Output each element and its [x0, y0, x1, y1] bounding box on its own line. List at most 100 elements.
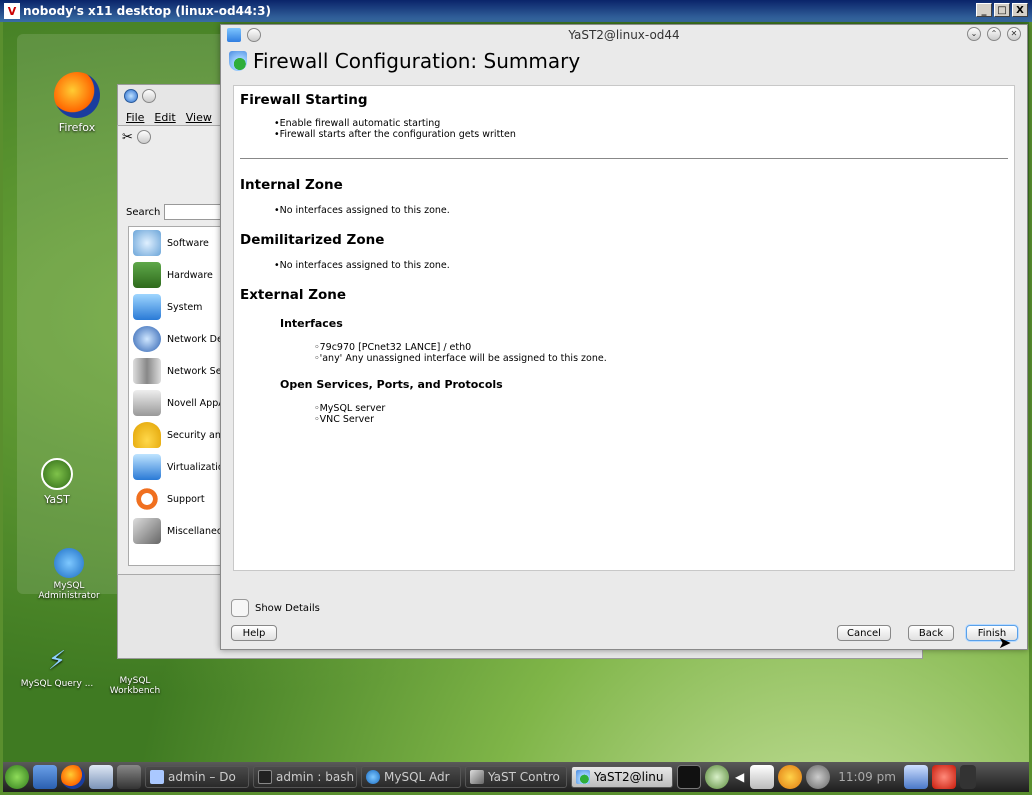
category-security[interactable]: Security and — [129, 419, 227, 451]
lifebuoy-icon — [133, 486, 161, 512]
task-label: YaST2@linu — [594, 770, 664, 784]
power-icon[interactable] — [931, 765, 956, 789]
category-miscellaneous[interactable]: Miscellaneou — [129, 515, 227, 547]
close-icon[interactable]: ✕ — [1007, 27, 1021, 41]
desktop-icon-label: MySQL Workbench — [109, 676, 161, 696]
task-label: YaST Contro — [488, 770, 560, 784]
list-item: 'any' Any unassigned interface will be a… — [314, 353, 1008, 364]
updater-icon[interactable] — [778, 765, 803, 789]
section-dmz-title: Demilitarized Zone — [240, 232, 385, 248]
desktop-icon-mysql-query[interactable]: ⚡ MySQL Query ... — [17, 646, 97, 689]
page-title: Firewall Configuration: Summary — [253, 49, 581, 73]
category-hardware[interactable]: Hardware — [129, 259, 227, 291]
minimize-icon[interactable]: ⌄ — [967, 27, 981, 41]
services-title: Open Services, Ports, and Protocols — [280, 378, 503, 391]
maximize-icon[interactable]: ⌃ — [987, 27, 1001, 41]
hardware-icon — [133, 262, 161, 288]
desktop-icon-label: MySQL Query ... — [20, 679, 94, 689]
window-menu-icon[interactable] — [124, 89, 138, 103]
vnc-title-bar: V nobody's x11 desktop (linux-od44:3) _ … — [0, 0, 1032, 22]
section-external-zone: External Zone Interfaces 79c970 [PCnet32… — [240, 287, 1008, 425]
yast-icon — [41, 458, 73, 490]
tray-arrow-icon[interactable]: ◀ — [735, 770, 744, 784]
start-menu-icon[interactable] — [5, 765, 29, 789]
list-item: VNC Server — [314, 414, 1008, 425]
yast-control-center-window[interactable]: ✂ Search Software Hardware System Networ… — [117, 125, 228, 575]
task-label: MySQL Adr — [384, 770, 450, 784]
clipboard-icon[interactable] — [750, 765, 775, 789]
close-button[interactable]: X — [1012, 3, 1028, 17]
show-details-toggle[interactable]: Show Details — [231, 599, 320, 617]
category-system[interactable]: System — [129, 291, 227, 323]
task-admin-dolphin[interactable]: admin – Do — [145, 766, 249, 788]
monitor-icon — [133, 294, 161, 320]
lock-screen-icon[interactable] — [903, 765, 928, 789]
window-pin-icon[interactable] — [136, 130, 151, 144]
control-center-titlebar: ✂ — [118, 126, 226, 148]
dmz-list: No interfaces assigned to this zone. — [274, 260, 1008, 271]
armor-icon — [133, 390, 161, 416]
menu-view[interactable]: View — [186, 111, 212, 124]
window-pin-icon[interactable] — [142, 89, 156, 103]
category-virtualization[interactable]: Virtualizatio — [129, 451, 227, 483]
interfaces-list: 79c970 [PCnet32 LANCE] / eth0 'any' Any … — [314, 342, 1008, 364]
cancel-button[interactable]: Cancel — [837, 625, 891, 641]
folder-icon — [150, 770, 164, 784]
panel-handle-icon[interactable] — [959, 765, 976, 789]
maximize-button[interactable]: □ — [994, 3, 1010, 17]
category-label: Network De — [167, 333, 223, 345]
list-item: No interfaces assigned to this zone. — [274, 205, 1008, 216]
section-dmz: Demilitarized Zone No interfaces assigne… — [240, 232, 1008, 271]
menu-edit[interactable]: Edit — [154, 111, 175, 124]
mysql-icon — [366, 770, 380, 784]
desktop-icon-mysql-administrator[interactable]: MySQL Administrator — [29, 548, 109, 601]
lightning-bolt-icon: ⚡ — [47, 646, 67, 676]
task-label: admin : bash — [276, 770, 355, 784]
desktop-icon-label: YaST — [44, 493, 70, 506]
category-network-devices[interactable]: Network De — [129, 323, 227, 355]
back-button[interactable]: Back — [908, 625, 954, 641]
help-button[interactable]: Help — [231, 625, 277, 641]
task-yast2-firewall[interactable]: YaST2@linu — [571, 766, 673, 788]
show-details-checkbox[interactable] — [231, 599, 249, 617]
desktop-icon-firefox[interactable]: Firefox — [37, 72, 117, 134]
category-network-services[interactable]: Network Ser — [129, 355, 227, 387]
internal-zone-list: No interfaces assigned to this zone. — [274, 205, 1008, 216]
section-internal-zone-title: Internal Zone — [240, 177, 343, 193]
search-input[interactable] — [164, 204, 225, 220]
list-item: MySQL server — [314, 403, 1008, 414]
task-mysql-administrator[interactable]: MySQL Adr — [361, 766, 461, 788]
vnc-window-controls: _ □ X — [976, 3, 1028, 17]
category-label: Virtualizatio — [167, 461, 224, 473]
globe-icon — [133, 326, 161, 352]
taskbar: admin – Do admin : bash MySQL Adr YaST C… — [3, 762, 1029, 792]
firefox-launcher-icon[interactable] — [61, 765, 85, 789]
category-novell-appArmor[interactable]: Novell AppA — [129, 387, 227, 419]
yast-window-icon[interactable] — [227, 28, 241, 42]
minimize-button[interactable]: _ — [976, 3, 992, 17]
virtualization-icon — [133, 454, 161, 480]
section-firewall-starting-title: Firewall Starting — [240, 92, 368, 108]
desktop-icon-mysql-workbench[interactable]: MySQL Workbench — [95, 676, 175, 696]
category-support[interactable]: Support — [129, 483, 227, 515]
desktop-switcher-icon[interactable] — [33, 765, 57, 789]
summary-content: Firewall Starting Enable firewall automa… — [233, 85, 1015, 571]
info-icon[interactable] — [806, 765, 831, 789]
task-admin-bash[interactable]: admin : bash — [253, 766, 357, 788]
category-label: Novell AppA — [167, 397, 225, 409]
task-yast-control-center[interactable]: YaST Contro — [465, 766, 567, 788]
menu-file[interactable]: File — [126, 111, 144, 124]
pager-icon[interactable] — [117, 765, 141, 789]
category-label: Support — [167, 493, 205, 505]
desktop-icon-yast[interactable]: YaST — [17, 458, 97, 506]
yast2-firewall-window[interactable]: YaST2@linux-od44 ⌄ ⌃ ✕ Firewall Configur… — [220, 24, 1028, 650]
category-software[interactable]: Software — [129, 227, 227, 259]
clock[interactable]: 11:09 pm — [838, 770, 896, 784]
section-external-zone-title: External Zone — [240, 287, 347, 303]
file-manager-icon[interactable] — [89, 765, 113, 789]
yast-tray-icon[interactable] — [705, 765, 729, 789]
terminal-launcher-icon[interactable] — [677, 765, 701, 789]
show-details-label: Show Details — [255, 602, 320, 614]
main-window-titlebar: YaST2@linux-od44 ⌄ ⌃ ✕ — [221, 25, 1027, 45]
window-pin-icon[interactable] — [247, 28, 261, 42]
